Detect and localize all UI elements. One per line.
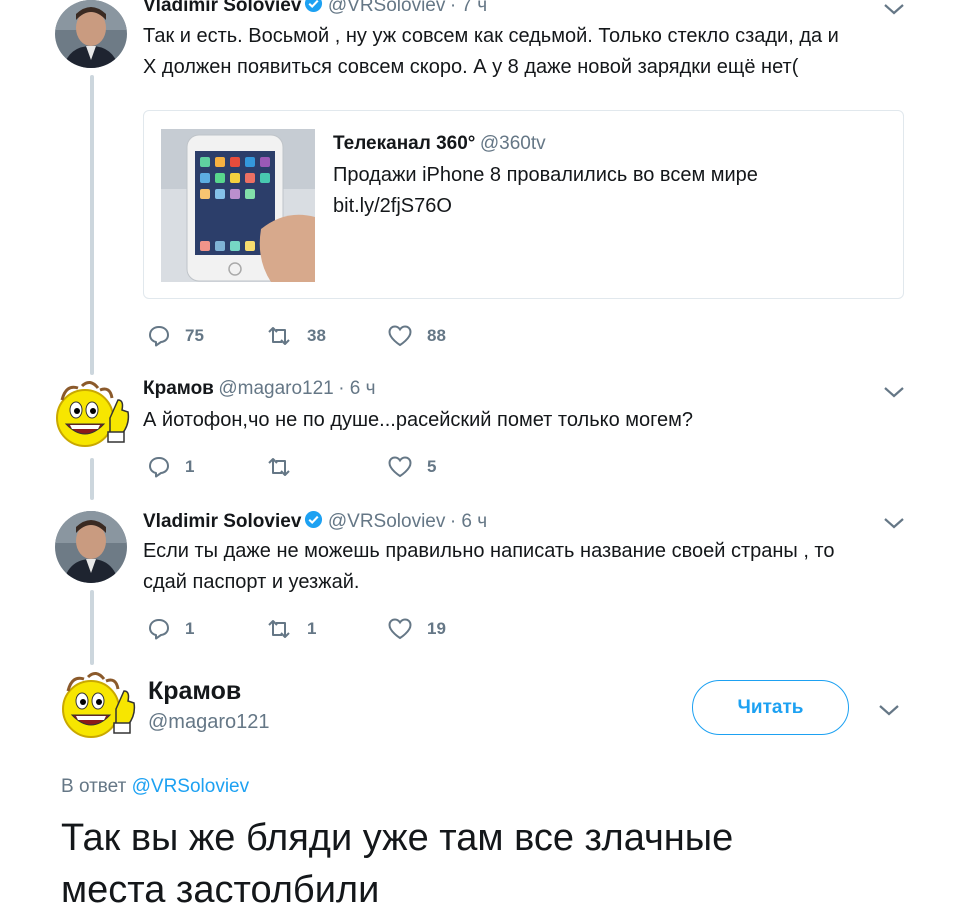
- heart-icon: [388, 325, 412, 347]
- tweet-text: А йотофон,чо не по душе...расейский поме…: [143, 405, 693, 436]
- thread-line: [90, 590, 94, 665]
- main-tweet-text: Так вы же бляди уже там все злачные мест…: [61, 812, 733, 916]
- reply-to-link[interactable]: @VRSoloviev: [132, 776, 250, 797]
- author-handle[interactable]: @magaro121: [218, 378, 333, 399]
- like-count: 19: [427, 619, 446, 638]
- tweet-text: Так и есть. Восьмой , ну уж совсем как с…: [143, 21, 839, 83]
- retweet-button[interactable]: 38: [265, 324, 326, 348]
- tweet-text-line: Если ты даже не можешь правильно написат…: [143, 540, 835, 562]
- tweet-text-line: А йотофон,чо не по душе...расейский поме…: [143, 409, 693, 431]
- tweet-header: Крамов @magaro121 · 6 ч: [143, 378, 376, 400]
- verified-badge-icon: [304, 0, 323, 18]
- timestamp[interactable]: · 6 ч: [450, 511, 487, 532]
- tweet-header: Vladimir Soloviev @VRSoloviev · 7 ч: [143, 0, 487, 18]
- thread-line: [90, 75, 94, 375]
- quote-header: Телеканал 360° @360tv: [333, 133, 546, 155]
- reply-button[interactable]: 1: [147, 455, 194, 479]
- author-name[interactable]: Крамов: [143, 378, 214, 399]
- like-count: 5: [427, 457, 437, 476]
- avatar[interactable]: [55, 0, 127, 68]
- follow-button[interactable]: Читать: [692, 680, 849, 735]
- chevron-down-icon[interactable]: [883, 2, 905, 16]
- quoted-tweet-card[interactable]: Телеканал 360° @360tv Продажи iPhone 8 п…: [143, 110, 904, 299]
- tweet-text-line: Х должен появиться совсем скоро. А у 8 д…: [143, 56, 799, 78]
- tweet-text-line: Так и есть. Восьмой , ну уж совсем как с…: [143, 25, 839, 47]
- retweet-icon: [268, 620, 290, 638]
- like-button[interactable]: 88: [387, 324, 446, 348]
- reply-count: 1: [185, 457, 195, 476]
- reply-button[interactable]: 1: [147, 617, 194, 641]
- like-button[interactable]: 19: [387, 617, 446, 641]
- reply-icon: [149, 326, 169, 347]
- retweet-button[interactable]: [265, 455, 307, 479]
- avatar[interactable]: [55, 511, 127, 583]
- chevron-down-icon[interactable]: [883, 516, 905, 530]
- heart-icon: [388, 618, 412, 640]
- chevron-down-icon[interactable]: [883, 385, 905, 399]
- reply-button[interactable]: 75: [147, 324, 204, 348]
- quote-image: [161, 129, 315, 282]
- main-author-handle[interactable]: @magaro121: [148, 711, 269, 734]
- timestamp[interactable]: · 7 ч: [450, 0, 487, 16]
- avatar[interactable]: [58, 669, 136, 743]
- thread-line: [90, 458, 94, 500]
- quote-author-handle[interactable]: @360tv: [480, 133, 546, 154]
- retweet-icon: [268, 458, 290, 476]
- tweet-header: Vladimir Soloviev @VRSoloviev · 6 ч: [143, 510, 487, 534]
- main-tweet-text-line: места застолбили: [61, 869, 380, 911]
- quote-text: Продажи iPhone 8 провалились во всем мир…: [333, 160, 758, 222]
- verified-badge-icon: [304, 510, 323, 534]
- reply-count: 1: [185, 619, 195, 638]
- reply-count: 75: [185, 326, 204, 345]
- main-author-name[interactable]: Крамов: [148, 677, 241, 706]
- retweet-count: 38: [307, 326, 326, 345]
- like-button[interactable]: 5: [387, 455, 436, 479]
- quote-text-line: Продажи iPhone 8 провалились во всем мир…: [333, 164, 758, 186]
- timestamp[interactable]: · 6 ч: [338, 378, 375, 399]
- tweet-text-line: сдай паспорт и уезжай.: [143, 571, 360, 593]
- quote-link[interactable]: bit.ly/2fjS76O: [333, 191, 758, 222]
- author-handle[interactable]: @VRSoloviev: [328, 511, 446, 532]
- tweet-text: Если ты даже не можешь правильно написат…: [143, 536, 835, 598]
- reply-icon: [149, 619, 169, 640]
- author-name[interactable]: Vladimir Soloviev: [143, 0, 301, 16]
- avatar[interactable]: [52, 378, 130, 452]
- retweet-button[interactable]: 1: [265, 617, 316, 641]
- retweet-icon: [268, 327, 290, 345]
- main-tweet-text-line: Так вы же бляди уже там все злачные: [61, 817, 734, 859]
- like-count: 88: [427, 326, 446, 345]
- author-handle[interactable]: @VRSoloviev: [328, 0, 446, 16]
- reply-prefix: В ответ: [61, 776, 127, 797]
- reply-icon: [149, 457, 169, 478]
- quote-author-name[interactable]: Телеканал 360°: [333, 133, 475, 154]
- author-name[interactable]: Vladimir Soloviev: [143, 511, 301, 532]
- reply-context: В ответ @VRSoloviev: [61, 776, 249, 798]
- chevron-down-icon[interactable]: [878, 703, 900, 717]
- heart-icon: [388, 456, 412, 478]
- retweet-count: 1: [307, 619, 317, 638]
